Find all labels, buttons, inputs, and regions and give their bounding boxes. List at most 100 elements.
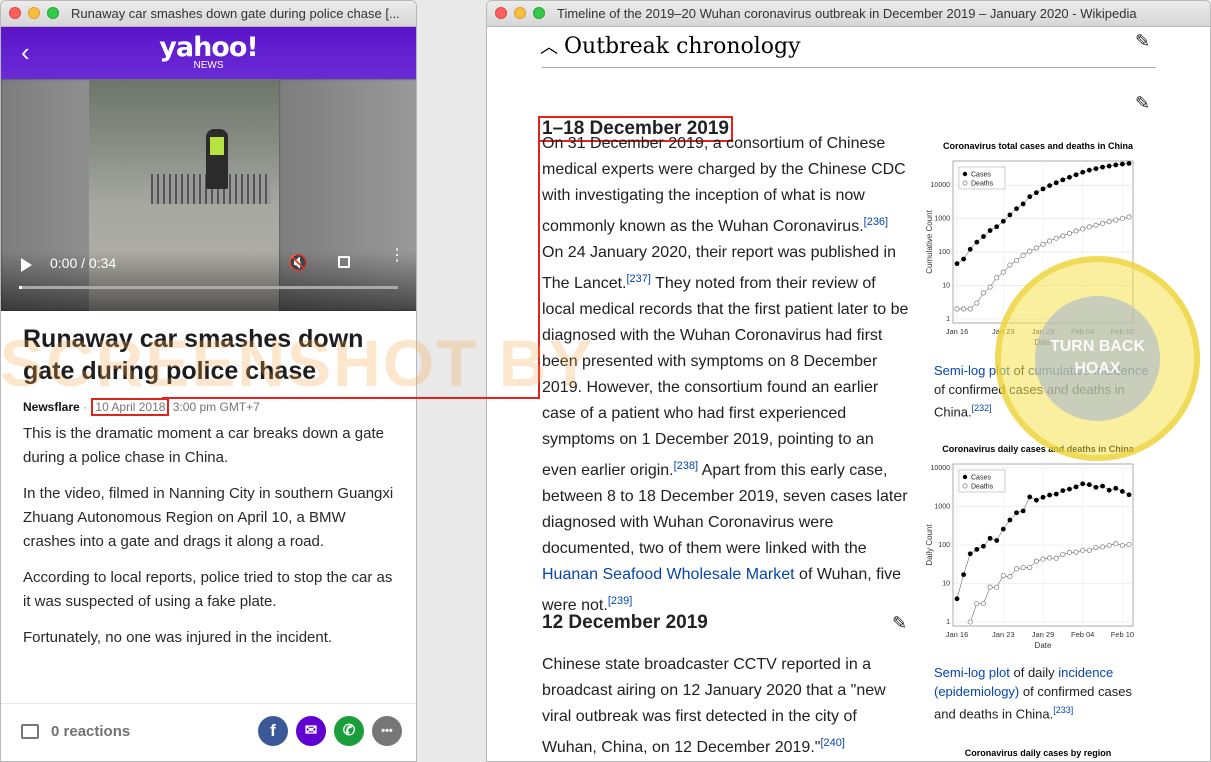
- data-point-cases: [1073, 172, 1079, 178]
- chart-title: Coronavirus total cases and deaths in Ch…: [942, 141, 1134, 151]
- data-point-cases: [981, 543, 986, 549]
- more-share-icon[interactable]: •••: [372, 716, 402, 746]
- data-point-deaths: [954, 306, 960, 312]
- citation[interactable]: [232]: [972, 403, 992, 413]
- x-tick-label: Jan 23: [992, 630, 1015, 639]
- data-point-cases: [967, 246, 973, 252]
- article-source[interactable]: Newsflare: [23, 400, 80, 414]
- edit-pencil-icon[interactable]: ✎: [1135, 31, 1150, 52]
- data-point-cases: [1113, 485, 1119, 491]
- text: of: [1009, 363, 1028, 378]
- chevron-up-icon[interactable]: ︿: [540, 33, 558, 59]
- data-point-cases: [1119, 489, 1125, 494]
- citation[interactable]: [239]: [608, 595, 632, 607]
- fullscreen-icon[interactable]: [338, 256, 350, 268]
- data-point-deaths: [1086, 547, 1092, 553]
- section-divider: [542, 67, 1156, 68]
- minimize-window-button[interactable]: [514, 7, 526, 19]
- data-point-cases: [1086, 482, 1092, 488]
- y-tick-label: 10000: [931, 182, 951, 189]
- video-player[interactable]: 0:00 / 0:34 🔇 ⋮: [1, 79, 416, 311]
- citation[interactable]: [240]: [820, 737, 844, 749]
- data-point-deaths: [1119, 215, 1125, 221]
- data-point-cases: [1080, 481, 1086, 487]
- data-point-cases: [1100, 483, 1105, 489]
- data-point-cases: [1106, 487, 1112, 493]
- data-point-cases: [974, 239, 980, 245]
- zoom-window-button[interactable]: [47, 7, 59, 19]
- data-point-deaths: [1106, 219, 1112, 225]
- data-point-cases: [1060, 488, 1066, 493]
- x-tick-label: Jan 29: [1032, 327, 1055, 336]
- data-point-cases: [994, 538, 1000, 543]
- paragraph-dec12: Chinese state broadcaster CCTV reported …: [542, 652, 912, 761]
- text: On 31 December 2019, a consortium of Chi…: [542, 135, 906, 235]
- more-options-icon[interactable]: ⋮: [389, 248, 405, 264]
- data-point-deaths: [1066, 549, 1073, 556]
- daily-chart[interactable]: Coronavirus daily cases and deaths in Ch…: [923, 444, 1153, 654]
- data-point-deaths: [961, 306, 967, 312]
- comment-icon[interactable]: [21, 724, 39, 739]
- y-axis-label: Daily Count: [925, 524, 934, 566]
- data-point-cases: [1000, 218, 1006, 224]
- data-point-deaths: [994, 275, 1000, 281]
- data-point-cases: [967, 551, 973, 557]
- data-point-cases: [961, 256, 967, 262]
- huanan-market-link[interactable]: Huanan Seafood Wholesale Market: [542, 566, 795, 583]
- data-point-deaths: [987, 284, 993, 290]
- left-titlebar: Runaway car smashes down gate during pol…: [1, 1, 416, 27]
- article-meta: Newsflare · 10 April 2018 3:00 pm GMT+7: [23, 398, 396, 416]
- data-point-deaths: [967, 306, 973, 312]
- zoom-window-button[interactable]: [533, 7, 545, 19]
- highlight-connector-horizontal: [162, 397, 540, 399]
- highlight-connector-vertical: [538, 116, 540, 399]
- daily-chart-svg: 1 10 100 1000 10000 Jan 16 Jan 23 Jan 29 Feb 04 F…: [925, 463, 1134, 650]
- citation[interactable]: [238]: [674, 460, 698, 472]
- data-point-deaths: [1073, 549, 1079, 555]
- mute-icon[interactable]: 🔇: [288, 253, 308, 273]
- citation[interactable]: [236]: [864, 216, 888, 228]
- section-heading[interactable]: ︿ Outbreak chronology: [540, 33, 801, 59]
- email-share-icon[interactable]: ✉: [296, 716, 326, 746]
- data-point-deaths: [1040, 556, 1046, 562]
- semi-log-link[interactable]: Semi-log plot: [934, 363, 1010, 378]
- data-point-deaths: [1013, 257, 1020, 264]
- data-point-cases: [1113, 162, 1119, 168]
- citation[interactable]: [237]: [627, 273, 651, 285]
- reactions-count[interactable]: 0 reactions: [51, 723, 130, 740]
- cumulative-incidence-link[interactable]: cumulative incidence: [1028, 363, 1149, 378]
- play-icon[interactable]: [21, 258, 32, 272]
- data-point-deaths: [1027, 564, 1033, 571]
- whatsapp-share-icon[interactable]: ✆: [334, 716, 364, 746]
- yahoo-logo[interactable]: yahoo!: [1, 32, 416, 63]
- citation[interactable]: [233]: [1053, 705, 1073, 715]
- window-title: Timeline of the 2019–20 Wuhan coronaviru…: [557, 6, 1137, 21]
- close-window-button[interactable]: [495, 7, 507, 19]
- data-point-deaths: [1060, 233, 1066, 239]
- x-tick-label: Jan 23: [992, 327, 1015, 336]
- x-tick-label: Feb 04: [1071, 327, 1094, 336]
- data-point-cases: [1080, 169, 1086, 175]
- video-progress-bar[interactable]: [19, 286, 398, 289]
- data-point-deaths: [1027, 248, 1033, 254]
- data-point-deaths: [1113, 541, 1119, 547]
- facebook-share-icon[interactable]: f: [258, 716, 288, 746]
- data-point-cases: [1033, 190, 1039, 196]
- x-tick-label: Jan 16: [946, 630, 969, 639]
- cumulative-chart[interactable]: Coronavirus total cases and deaths in Ch…: [923, 141, 1153, 351]
- data-point-deaths: [1060, 551, 1066, 557]
- data-point-deaths: [1000, 573, 1006, 579]
- data-point-deaths: [1080, 226, 1086, 232]
- data-point-cases: [1027, 494, 1033, 500]
- data-point-deaths: [1080, 547, 1086, 553]
- edit-pencil-icon[interactable]: ✎: [1135, 93, 1150, 114]
- data-point-deaths: [1007, 574, 1013, 580]
- data-point-cases: [994, 224, 1000, 230]
- data-point-cases: [1020, 508, 1026, 514]
- semi-log-link[interactable]: Semi-log plot: [934, 665, 1010, 680]
- cumulative-chart-svg: 1 10 100 1000 10000 Jan 16 Jan 23 Jan 29 Feb 04 F…: [925, 160, 1134, 347]
- close-window-button[interactable]: [9, 7, 21, 19]
- minimize-window-button[interactable]: [28, 7, 40, 19]
- article-date: 10 April 2018: [91, 398, 170, 416]
- edit-pencil-icon[interactable]: ✎: [892, 613, 907, 634]
